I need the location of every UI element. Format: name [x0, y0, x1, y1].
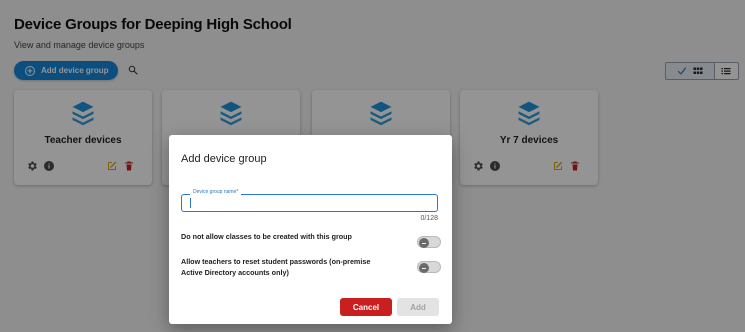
text-caret	[190, 198, 191, 208]
disallow-classes-label: Do not allow classes to be created with …	[181, 232, 352, 241]
reset-passwords-label: Allow teachers to reset student password…	[181, 257, 371, 277]
toggle-row: Do not allow classes to be created with …	[181, 231, 444, 255]
dialog-title: Add device group	[181, 153, 267, 165]
disallow-classes-toggle[interactable]	[417, 236, 441, 248]
app-window: Device Groups for Deeping High School Vi…	[0, 0, 745, 332]
device-group-name-field[interactable]: Device group name*	[181, 189, 438, 212]
dialog-actions: Cancel Add	[340, 298, 439, 316]
toggle-knob	[419, 263, 429, 273]
reset-passwords-toggle[interactable]	[417, 261, 441, 273]
toggle-knob	[419, 238, 429, 248]
device-group-name-label: Device group name*	[190, 189, 242, 195]
character-counter: 0/128	[420, 215, 438, 222]
add-device-group-dialog: Add device group Device group name* 0/12…	[169, 135, 452, 324]
cancel-button[interactable]: Cancel	[340, 298, 392, 316]
device-group-name-input[interactable]	[190, 197, 420, 209]
toggle-row: Allow teachers to reset student password…	[181, 256, 444, 280]
add-button[interactable]: Add	[397, 298, 439, 316]
